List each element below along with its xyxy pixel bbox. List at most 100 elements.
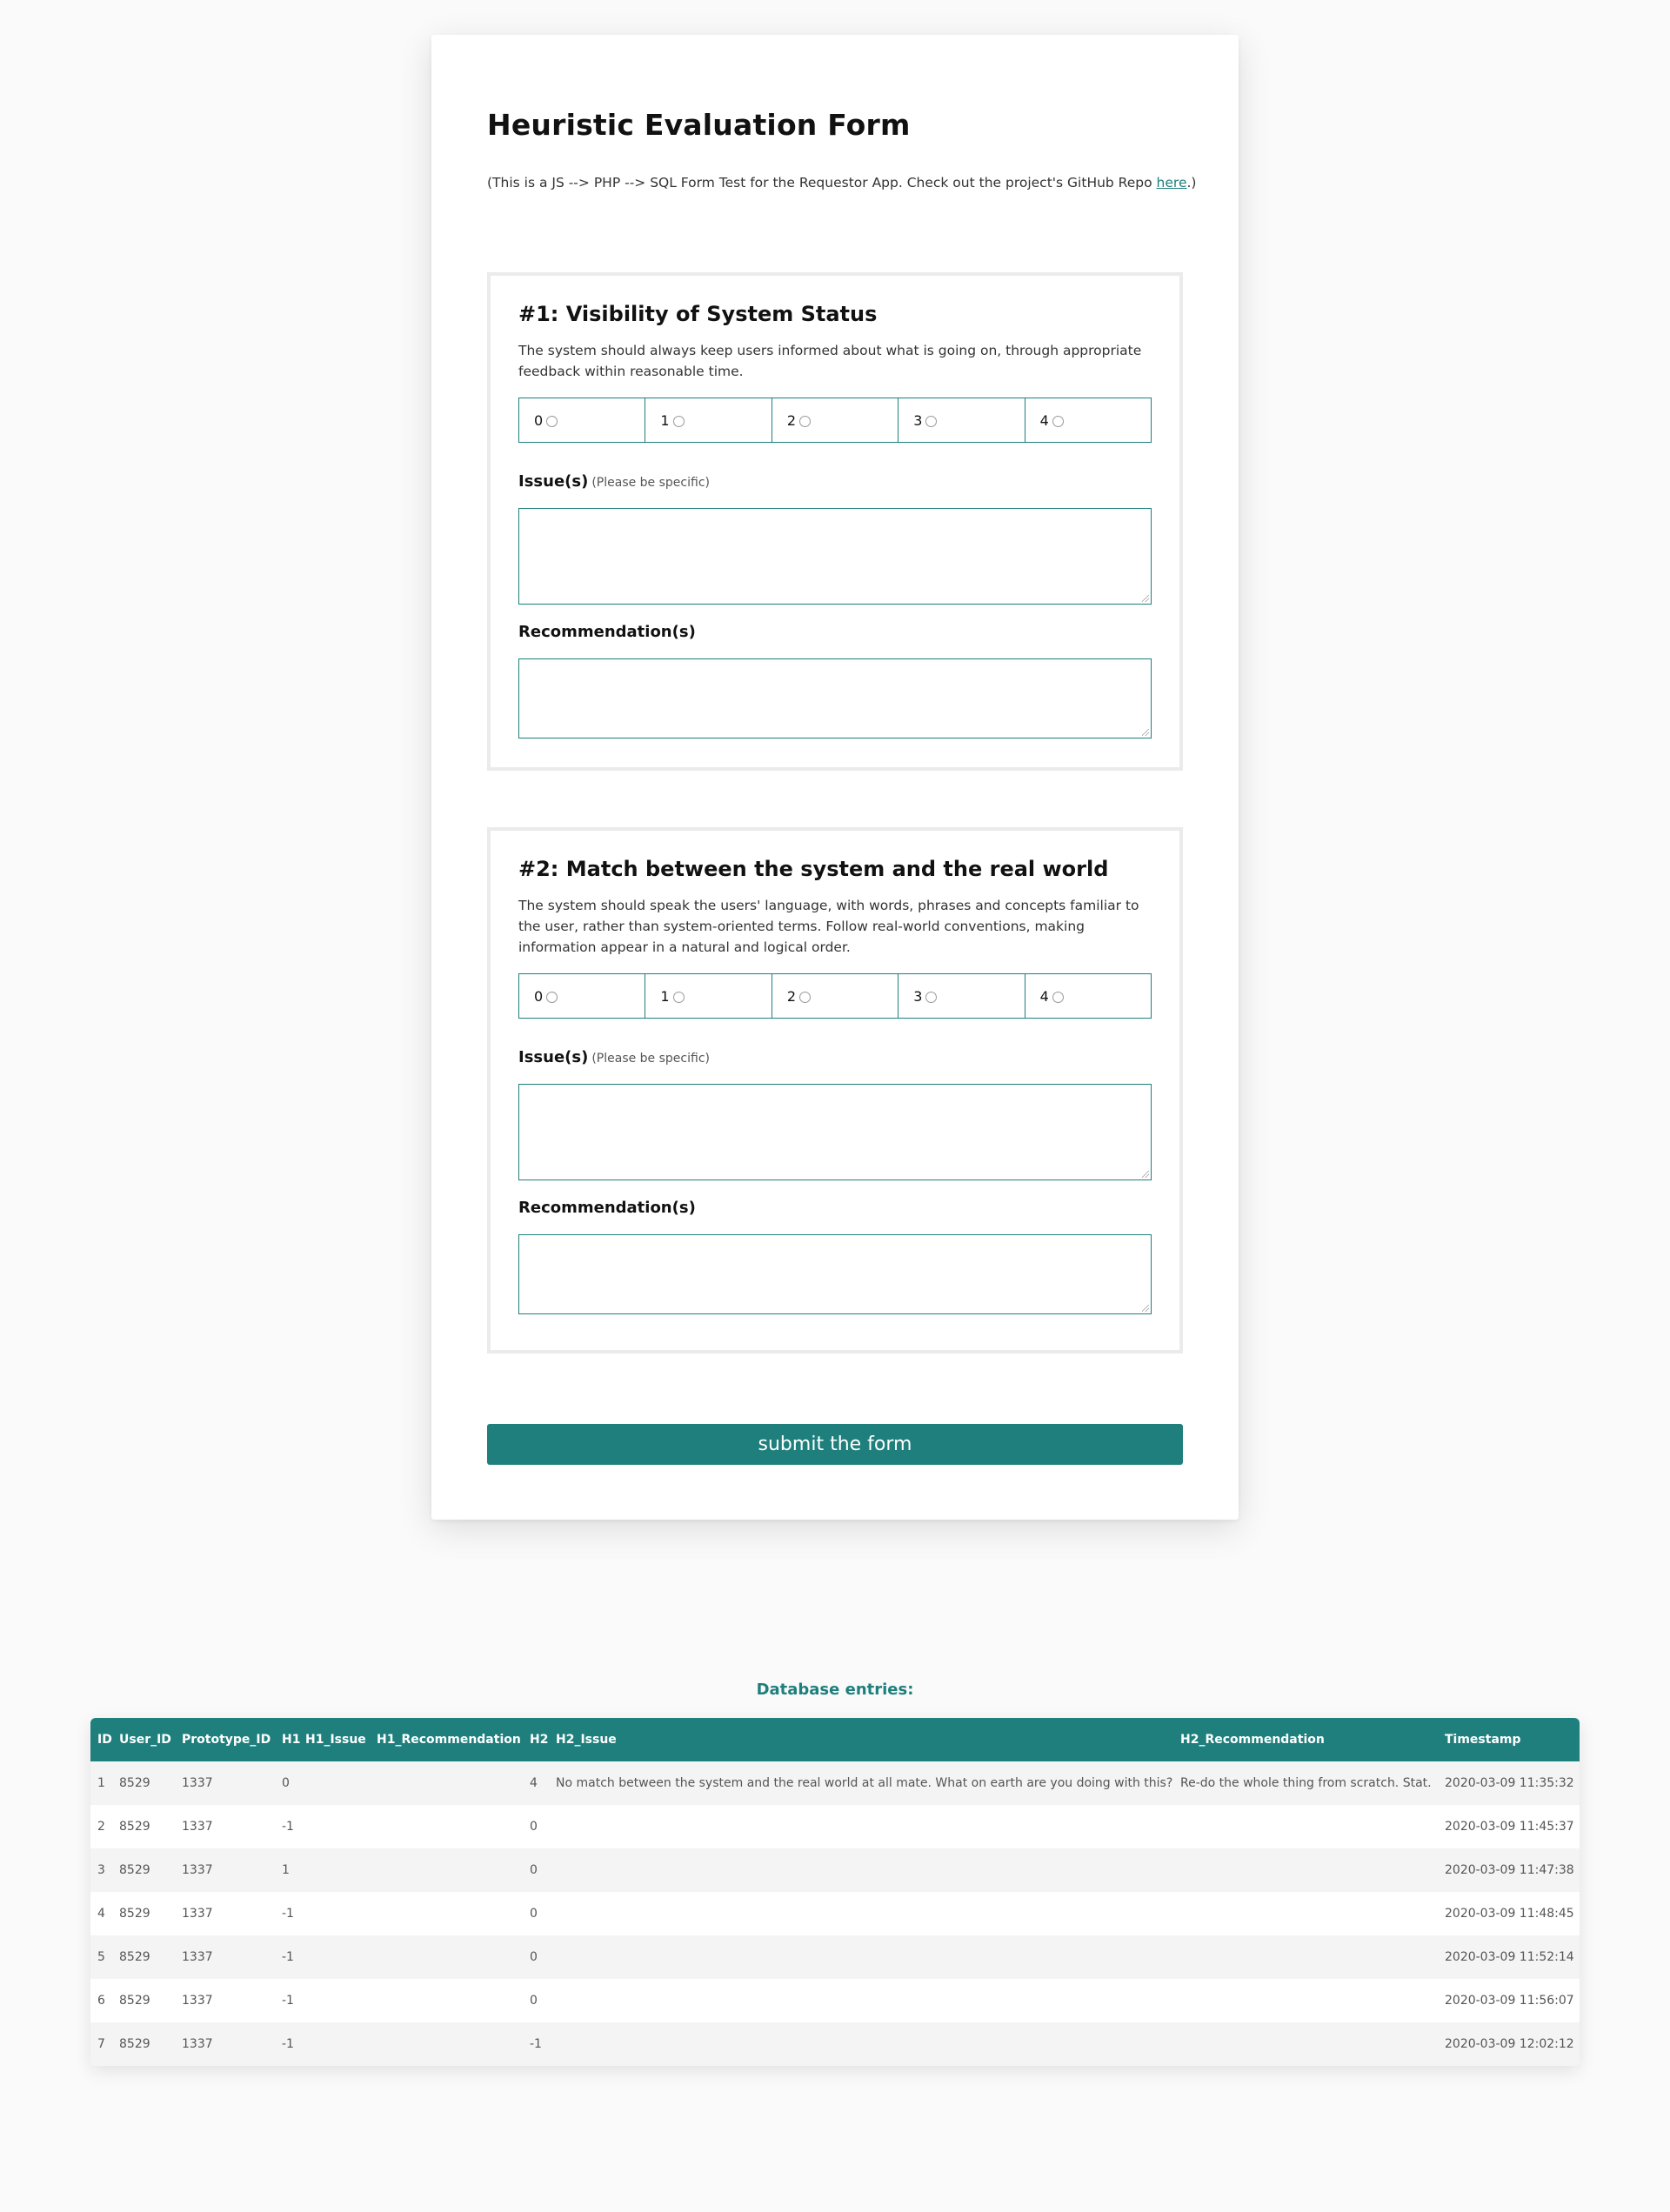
rating-option-1[interactable]: 1 [645, 974, 772, 1018]
table-cell: 1337 [175, 1979, 275, 2022]
section-description: The system should always keep users info… [518, 343, 1142, 379]
resize-handle-icon[interactable] [1142, 1305, 1149, 1312]
table-cell [549, 1979, 1173, 2022]
table-cell [1173, 1848, 1438, 1892]
rating-option-3[interactable]: 3 [898, 398, 1025, 442]
recommendation-textarea-h2[interactable] [518, 1234, 1152, 1314]
table-cell [1173, 1892, 1438, 1935]
table-cell: 4 [90, 1892, 112, 1935]
rating-value: 0 [534, 987, 544, 1005]
issue-textarea-h2[interactable] [518, 1084, 1152, 1180]
table-cell [298, 1848, 370, 1892]
table-cell: 3 [90, 1848, 112, 1892]
recommendation-textarea-h1[interactable] [518, 658, 1152, 738]
radio-button[interactable] [672, 416, 685, 427]
table-cell: -1 [275, 1935, 298, 1979]
radio-button[interactable] [1052, 992, 1064, 1003]
section-heading: #2: Match between the system and the rea… [518, 857, 1109, 881]
intro-prefix: (This is a JS --> PHP --> SQL Form Test … [487, 175, 1157, 190]
table-cell: 1337 [175, 1892, 275, 1935]
rating-value: 3 [913, 987, 923, 1005]
table-cell: -1 [523, 2022, 549, 2066]
radio-button[interactable] [672, 992, 685, 1003]
radio-button[interactable] [546, 992, 558, 1003]
table-cell: 2020-03-09 11:47:38 [1438, 1848, 1580, 1892]
resize-handle-icon[interactable] [1142, 1171, 1149, 1178]
github-repo-link[interactable]: here [1157, 175, 1187, 190]
intro-suffix: .) [1186, 175, 1197, 190]
table-row: 3 8529 1337 1 0 2020-03-09 11:47:38 [90, 1848, 1580, 1892]
table-cell [370, 1892, 523, 1935]
table-row: 4 8529 1337 -1 0 2020-03-09 11:48:45 [90, 1892, 1580, 1935]
rating-value: 4 [1039, 987, 1049, 1005]
table-cell: 2020-03-09 11:35:32 [1438, 1761, 1580, 1805]
rating-value: 1 [660, 987, 670, 1005]
rating-option-3[interactable]: 3 [898, 974, 1025, 1018]
rating-option-0[interactable]: 0 [519, 974, 646, 1018]
table-cell [370, 1805, 523, 1848]
table-cell: 2020-03-09 12:02:12 [1438, 2022, 1580, 2066]
table-cell: 5 [90, 1935, 112, 1979]
table-cell: 8529 [112, 1935, 175, 1979]
column-header: H1_Issue [298, 1718, 370, 1761]
rating-value: 4 [1039, 411, 1049, 429]
resize-handle-icon[interactable] [1142, 729, 1149, 736]
table-cell: 1337 [175, 1848, 275, 1892]
rating-value: 3 [913, 411, 923, 429]
entries-table: ID User_ID Prototype_ID H1 H1_Issue H1_R… [90, 1718, 1580, 2066]
issue-textarea-h1[interactable] [518, 508, 1152, 605]
table-row: 5 8529 1337 -1 0 2020-03-09 11:52:14 [90, 1935, 1580, 1979]
table-cell [1173, 1979, 1438, 2022]
table-cell [549, 1805, 1173, 1848]
table-cell: No match between the system and the real… [549, 1761, 1173, 1805]
heuristic-section-2: #2: Match between the system and the rea… [487, 827, 1183, 1353]
issue-label-text: Issue(s) [518, 1048, 589, 1066]
table-row: 7 8529 1337 -1 -1 2020-03-09 12:02:12 [90, 2022, 1580, 2066]
rating-option-2[interactable]: 2 [772, 974, 899, 1018]
table-cell: 0 [523, 1848, 549, 1892]
heuristic-section-1: #1: Visibility of System Status The syst… [487, 272, 1183, 771]
recommendation-label: Recommendation(s) [518, 1199, 696, 1217]
rating-option-1[interactable]: 1 [645, 398, 772, 442]
radio-button[interactable] [925, 992, 938, 1003]
table-cell [1173, 1805, 1438, 1848]
table-cell: 0 [275, 1761, 298, 1805]
radio-button[interactable] [546, 416, 558, 427]
rating-option-4[interactable]: 4 [1025, 974, 1151, 1018]
rating-value: 0 [534, 411, 544, 429]
rating-group-h2: 0 1 2 3 4 [518, 973, 1152, 1019]
table-cell: 8529 [112, 1805, 175, 1848]
form-card: Heuristic Evaluation Form (This is a JS … [431, 35, 1239, 1520]
table-cell [298, 1935, 370, 1979]
radio-button[interactable] [925, 416, 938, 427]
column-header: H2_Recommendation [1173, 1718, 1438, 1761]
table-cell: 4 [523, 1761, 549, 1805]
table-cell [298, 1892, 370, 1935]
table-cell: Re-do the whole thing from scratch. Stat… [1173, 1761, 1438, 1805]
resize-handle-icon[interactable] [1142, 595, 1149, 602]
table-cell: 8529 [112, 2022, 175, 2066]
issue-label: Issue(s) (Please be specific) [518, 472, 710, 491]
submit-button[interactable]: submit the form [487, 1424, 1183, 1465]
table-cell: 2 [90, 1805, 112, 1848]
rating-option-4[interactable]: 4 [1025, 398, 1151, 442]
radio-button[interactable] [1052, 416, 1064, 427]
rating-option-0[interactable]: 0 [519, 398, 646, 442]
database-table: ID User_ID Prototype_ID H1 H1_Issue H1_R… [90, 1718, 1580, 2066]
radio-button[interactable] [799, 992, 811, 1003]
table-cell: -1 [275, 1979, 298, 2022]
page-title: Heuristic Evaluation Form [487, 108, 911, 142]
table-cell: -1 [275, 1892, 298, 1935]
table-cell: 6 [90, 1979, 112, 2022]
radio-button[interactable] [799, 416, 811, 427]
column-header: ID [90, 1718, 112, 1761]
table-cell: 2020-03-09 11:52:14 [1438, 1935, 1580, 1979]
rating-option-2[interactable]: 2 [772, 398, 899, 442]
table-row: 6 8529 1337 -1 0 2020-03-09 11:56:07 [90, 1979, 1580, 2022]
section-description: The system should speak the users' langu… [518, 898, 1139, 955]
column-header: Prototype_ID [175, 1718, 275, 1761]
table-cell: 2020-03-09 11:48:45 [1438, 1892, 1580, 1935]
table-cell: 1337 [175, 2022, 275, 2066]
table-cell: 8529 [112, 1761, 175, 1805]
table-cell [370, 1761, 523, 1805]
